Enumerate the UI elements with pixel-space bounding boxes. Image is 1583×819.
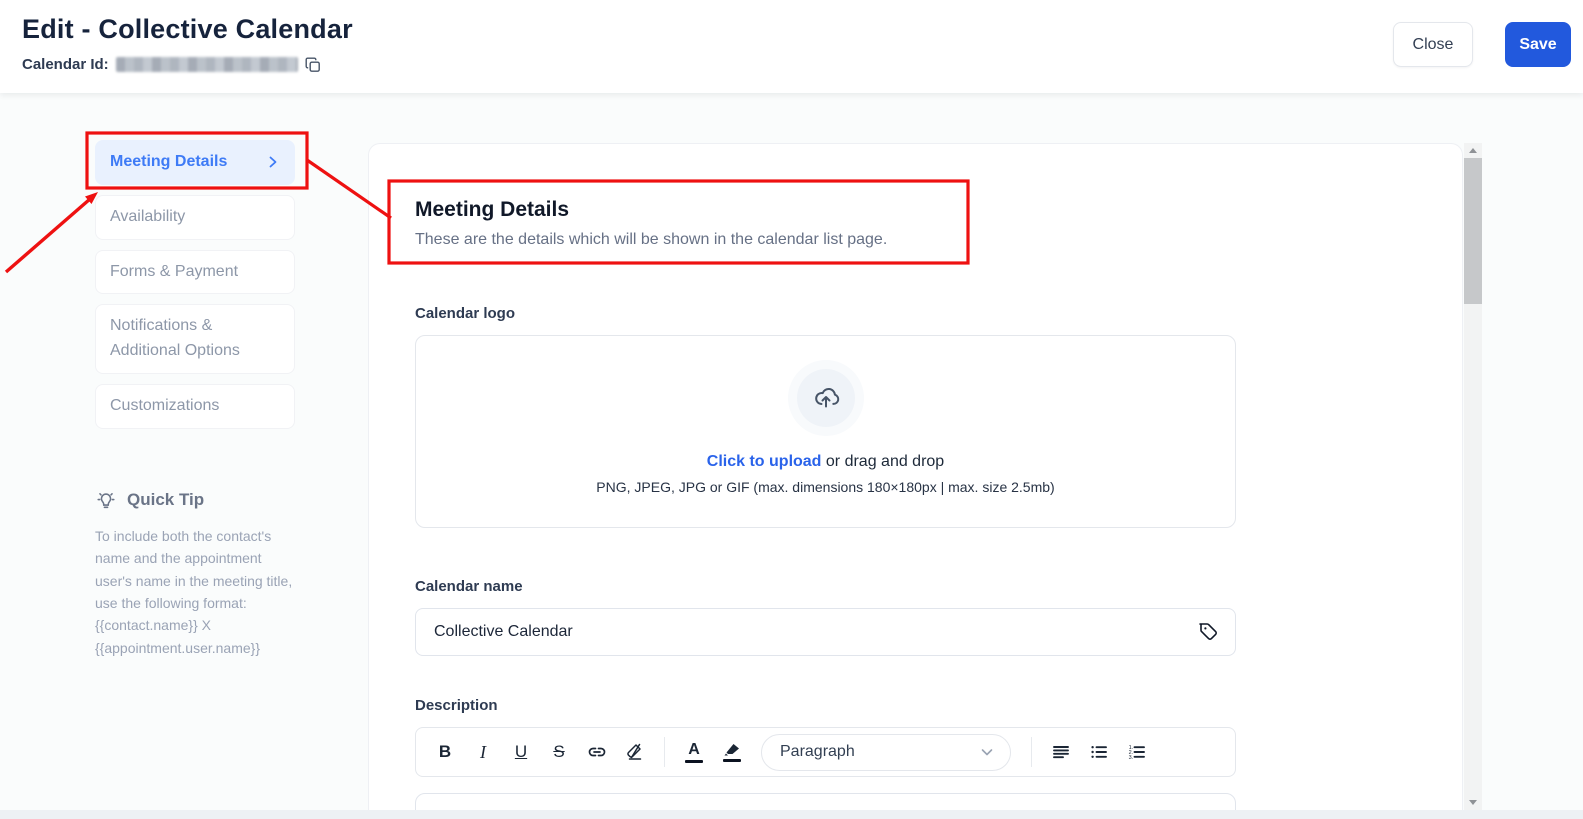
tag-icon[interactable] [1198, 621, 1220, 643]
quick-tip-text: To include both the contact's name and t… [95, 525, 293, 659]
vertical-scrollbar[interactable] [1464, 143, 1482, 810]
page-header: Edit - Collective Calendar Calendar Id: … [0, 0, 1583, 93]
paragraph-style-value: Paragraph [780, 743, 855, 761]
highlight-color-bar [723, 759, 741, 762]
bullet-list-icon [1089, 742, 1109, 762]
clear-formatting-button[interactable] [620, 736, 650, 768]
toolbar-divider [664, 737, 665, 767]
section-title: Meeting Details [415, 198, 1236, 222]
sidebar-item-label: Notifications & Additional Options [110, 314, 280, 364]
settings-sidebar: Meeting Details Availability Forms & Pay… [95, 140, 295, 659]
bold-button[interactable]: B [430, 736, 460, 768]
link-icon [587, 742, 607, 762]
calendar-id-label: Calendar Id: [22, 56, 109, 73]
toolbar-divider [1031, 737, 1032, 767]
cloud-upload-icon [811, 383, 841, 413]
calendar-logo-label: Calendar logo [415, 305, 1236, 322]
click-to-upload-link[interactable]: Click to upload [707, 453, 822, 470]
quick-tip-header: Quick Tip [95, 489, 295, 511]
copy-icon[interactable] [305, 57, 321, 73]
text-color-button[interactable]: A [679, 736, 709, 768]
calendar-name-field [415, 608, 1236, 656]
bulb-icon [95, 489, 117, 511]
text-color-bar [685, 760, 703, 763]
sidebar-item-label: Customizations [110, 394, 219, 419]
sidebar-item-meeting-details[interactable]: Meeting Details [95, 140, 295, 185]
numbered-list-button[interactable]: 1. 2. 3. [1122, 736, 1152, 768]
numbered-list-icon: 1. 2. 3. [1127, 742, 1147, 762]
scroll-up-icon[interactable] [1464, 143, 1482, 158]
strikethrough-button[interactable]: S [544, 736, 574, 768]
sidebar-item-customizations[interactable]: Customizations [95, 384, 295, 429]
chevron-down-icon [980, 745, 994, 759]
upload-circle [797, 369, 855, 427]
quick-tip-title: Quick Tip [127, 490, 204, 510]
sidebar-item-label: Forms & Payment [110, 260, 238, 285]
logo-upload-dropzone[interactable]: Click to upload or drag and drop PNG, JP… [415, 335, 1236, 528]
link-button[interactable] [582, 736, 612, 768]
svg-text:3.: 3. [1129, 755, 1134, 761]
upload-hint: PNG, JPEG, JPG or GIF (max. dimensions 1… [596, 479, 1054, 495]
annotation-arrow-line [6, 199, 90, 272]
upload-instruction: Click to upload or drag and drop [707, 453, 944, 471]
italic-button[interactable]: I [468, 736, 498, 768]
sidebar-item-notifications-additional-options[interactable]: Notifications & Additional Options [95, 304, 295, 374]
description-label: Description [415, 697, 1236, 714]
viewport-bottom-strip [0, 810, 1583, 819]
underline-button[interactable]: U [506, 736, 536, 768]
sidebar-item-forms-payment[interactable]: Forms & Payment [95, 250, 295, 295]
section-subtitle: These are the details which will be show… [415, 231, 1236, 249]
save-button[interactable]: Save [1505, 22, 1571, 67]
chevron-right-icon [266, 155, 280, 169]
calendar-id-redacted-value [116, 57, 298, 72]
rich-text-toolbar: B I U S A [415, 727, 1236, 777]
align-left-icon [1051, 742, 1071, 762]
calendar-name-input[interactable] [415, 608, 1236, 656]
meeting-details-panel: Meeting Details These are the details wh… [368, 143, 1463, 819]
highlight-icon [723, 743, 741, 757]
page-title: Edit - Collective Calendar [22, 14, 353, 45]
calendar-name-label: Calendar name [415, 578, 1236, 595]
quick-tip: Quick Tip To include both the contact's … [95, 489, 295, 659]
scrollbar-thumb[interactable] [1464, 158, 1482, 304]
align-left-button[interactable] [1046, 736, 1076, 768]
panel-content: Meeting Details These are the details wh… [415, 144, 1236, 819]
sidebar-item-label: Availability [110, 205, 185, 230]
header-actions: Close Save [1393, 22, 1571, 67]
sidebar-item-availability[interactable]: Availability [95, 195, 295, 240]
highlight-color-button[interactable] [717, 736, 747, 768]
paragraph-style-dropdown[interactable]: Paragraph [761, 734, 1011, 771]
bullet-list-button[interactable] [1084, 736, 1114, 768]
text-color-glyph: A [688, 742, 700, 758]
drag-drop-text: or drag and drop [821, 453, 944, 470]
clear-format-icon [625, 742, 645, 762]
close-button[interactable]: Close [1393, 22, 1473, 67]
calendar-id-row: Calendar Id: [22, 56, 321, 73]
scroll-down-icon[interactable] [1464, 795, 1482, 810]
sidebar-item-label: Meeting Details [110, 150, 227, 175]
